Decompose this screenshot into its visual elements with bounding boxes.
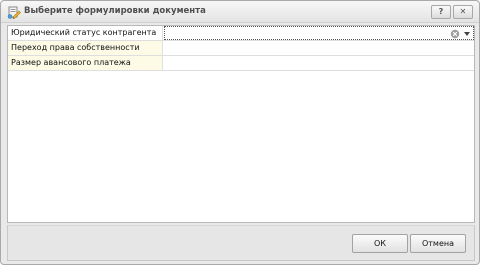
title-bar[interactable]: Выберите формулировки документа ? ✕ — [1, 1, 479, 23]
window-title: Выберите формулировки документа — [24, 6, 206, 16]
dropdown-arrow-icon[interactable] — [464, 32, 470, 36]
grid-row-legal-status[interactable]: Юридический статус контрагента — [8, 26, 474, 41]
help-button[interactable]: ? — [431, 5, 451, 19]
grid-row-advance-payment[interactable]: Размер авансового платежа — [8, 56, 474, 71]
ok-button[interactable]: ОК — [352, 234, 408, 253]
row-label: Переход права собственности — [8, 41, 163, 55]
document-edit-icon — [7, 5, 21, 19]
row-value-field[interactable] — [164, 41, 474, 55]
dialog-footer: ОК Отмена — [7, 225, 475, 261]
row-label: Размер авансового платежа — [8, 56, 163, 70]
close-button[interactable]: ✕ — [453, 5, 473, 19]
row-value-field[interactable] — [164, 56, 474, 70]
properties-grid: Юридический статус контрагента Переход п… — [7, 25, 475, 223]
row-value-field[interactable] — [164, 26, 474, 40]
dialog-window: Выберите формулировки документа ? ✕ Юрид… — [0, 0, 480, 265]
row-label: Юридический статус контрагента — [8, 26, 163, 40]
cancel-button[interactable]: Отмена — [410, 234, 466, 253]
clear-icon[interactable] — [450, 29, 460, 39]
grid-row-ownership-transfer[interactable]: Переход права собственности — [8, 41, 474, 56]
